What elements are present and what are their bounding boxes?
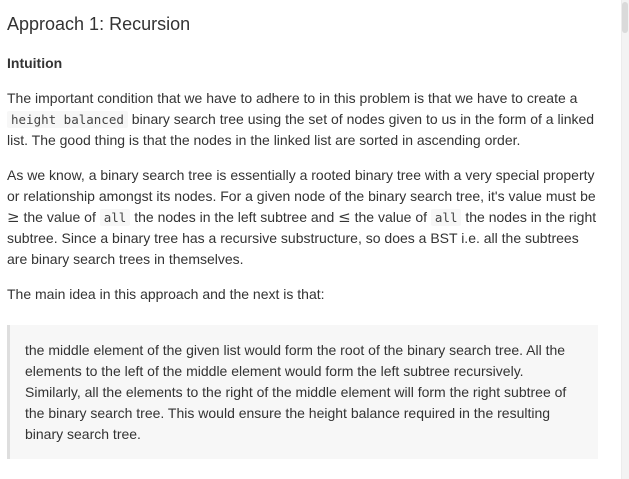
scrollbar-thumb[interactable]: [622, 2, 628, 33]
intuition-subheading: Intuition: [7, 55, 63, 71]
all-code-1: all: [99, 209, 131, 226]
article-page: Approach 1: Recursion Intuition The impo…: [0, 0, 629, 479]
greater-equal-symbol: ≥: [7, 208, 20, 226]
paragraph2-text-d: the value of: [350, 209, 431, 225]
vertical-scrollbar[interactable]: [621, 0, 629, 479]
paragraph2-text-b: the value of: [19, 209, 100, 225]
paragraph1-text-start: The important condition that we have to …: [7, 90, 578, 106]
paragraph-bst-property: As we know, a binary search tree is esse…: [7, 165, 599, 270]
paragraph-height-balanced: The important condition that we have to …: [7, 88, 599, 151]
paragraph2-text-a: As we know, a binary search tree is esse…: [7, 167, 596, 204]
less-equal-symbol: ≤: [338, 208, 351, 226]
paragraph2-text-c: the nodes in the left subtree and: [130, 209, 339, 225]
approach-heading: Approach 1: Recursion: [7, 14, 191, 34]
all-code-2: all: [430, 209, 462, 226]
main-idea-quote: the middle element of the given list wou…: [7, 325, 598, 459]
paragraph-main-idea: The main idea in this approach and the n…: [7, 286, 325, 302]
height-balanced-code: height balanced: [7, 111, 128, 128]
